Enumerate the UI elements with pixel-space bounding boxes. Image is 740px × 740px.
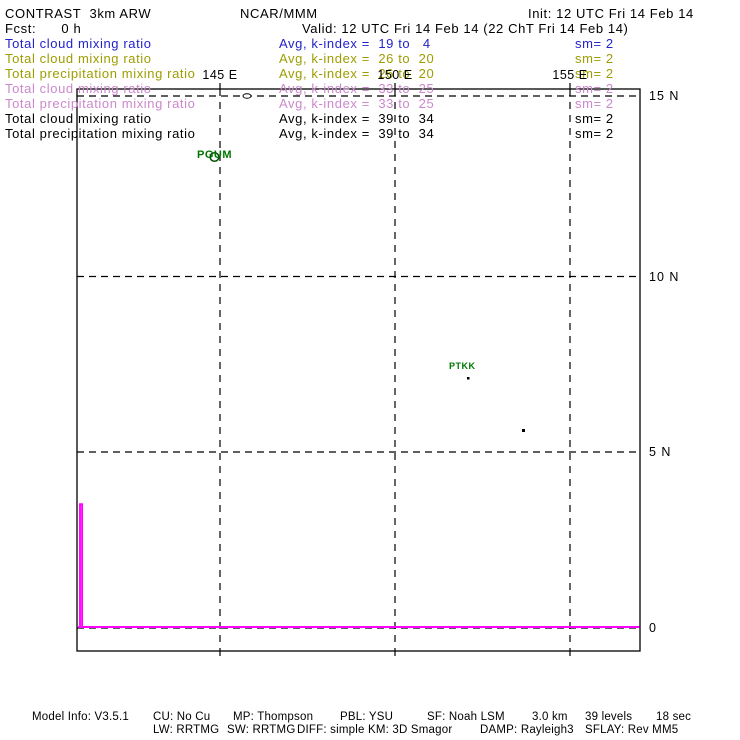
footer-segment: MP: Thompson [233, 711, 313, 723]
model-plot-page: CONTRAST 3km ARW NCAR/MMM Init: 12 UTC F… [0, 0, 740, 740]
footer-segment: SW: RRTMG [227, 724, 295, 736]
header-forecast-hour: Fcst: 0 h [5, 21, 81, 36]
map-border [77, 89, 640, 651]
footer-segment: SF: Noah LSM [427, 711, 505, 723]
legend-kindex: Avg, k-index = 19 to 4 [279, 36, 431, 51]
legend-sm: sm= 2 [575, 51, 614, 66]
legend-kindex: Avg, k-index = 39 to 34 [279, 126, 434, 141]
y-tick-label: 0 [649, 621, 657, 635]
footer-segment: 39 levels [585, 711, 632, 723]
legend-label: Total precipitation mixing ratio [5, 66, 195, 81]
legend-sm: sm= 2 [575, 111, 614, 126]
y-tick-label: 15 N [649, 89, 679, 103]
footer-segment: SFLAY: Rev MM5 [585, 724, 678, 736]
legend-label: Total precipitation mixing ratio [5, 126, 195, 141]
legend-kindex: Avg, k-index = 26 to 20 [279, 51, 434, 66]
header-init-time: Init: 12 UTC Fri 14 Feb 14 [528, 6, 694, 21]
footer-segment: Model Info: V3.5.1 [32, 711, 129, 723]
legend-label: Total cloud mixing ratio [5, 51, 152, 66]
legend-sm: sm= 2 [575, 36, 614, 51]
legend-kindex: Avg, k-index = 39 to 34 [279, 111, 434, 126]
legend-row: Total cloud mixing ratio Avg, k-index = 2… [0, 51, 740, 66]
x-tick-label: 150 E [367, 68, 423, 82]
header-valid-time: Valid: 12 UTC Fri 14 Feb 14 (22 ChT Fri … [302, 21, 628, 36]
legend-sm: sm= 2 [575, 81, 614, 96]
footer-segment: 3.0 km [532, 711, 568, 723]
legend-sm: sm= 2 [575, 96, 614, 111]
y-tick-label: 10 N [649, 270, 679, 284]
header-center: NCAR/MMM [240, 6, 318, 21]
legend-row: Total precipitation mixing ratio Avg, k-i… [0, 126, 740, 141]
legend-label: Total precipitation mixing ratio [5, 96, 195, 111]
footer-segment: LW: RRTMG [153, 724, 219, 736]
data-trace [78, 504, 640, 627]
header-program: CONTRAST 3km ARW [5, 6, 151, 21]
station-marker-dot [467, 377, 470, 380]
legend-label: Total cloud mixing ratio [5, 36, 152, 51]
legend-label: Total cloud mixing ratio [5, 111, 152, 126]
legend-kindex: Avg, k-index = 33 to 25 [279, 81, 434, 96]
footer-segment: PBL: YSU [340, 711, 393, 723]
legend-row: Total cloud mixing ratio Avg, k-index = 3… [0, 81, 740, 96]
footer-segment: DIFF: simple KM: 3D Smagor [297, 724, 452, 736]
legend-sm: sm= 2 [575, 126, 614, 141]
footer-segment: DAMP: Rayleigh3 [480, 724, 574, 736]
station-label-pgum: PGUM [197, 149, 232, 161]
x-tick-label: 145 E [192, 68, 248, 82]
y-tick-label: 5 N [649, 445, 671, 459]
footer-segment: CU: No Cu [153, 711, 210, 723]
legend-row: Total cloud mixing ratio Avg, k-index = 1… [0, 36, 740, 51]
legend-row: Total precipitation mixing ratio Avg, k-i… [0, 96, 740, 111]
legend-row: Total cloud mixing ratio Avg, k-index = 3… [0, 111, 740, 126]
footer-segment: 18 sec [656, 711, 691, 723]
island-mark [522, 429, 525, 432]
legend-kindex: Avg, k-index = 33 to 25 [279, 96, 434, 111]
legend-label: Total cloud mixing ratio [5, 81, 152, 96]
station-label-ptkk: PTKK [449, 361, 476, 371]
x-tick-label: 155 E [542, 68, 598, 82]
